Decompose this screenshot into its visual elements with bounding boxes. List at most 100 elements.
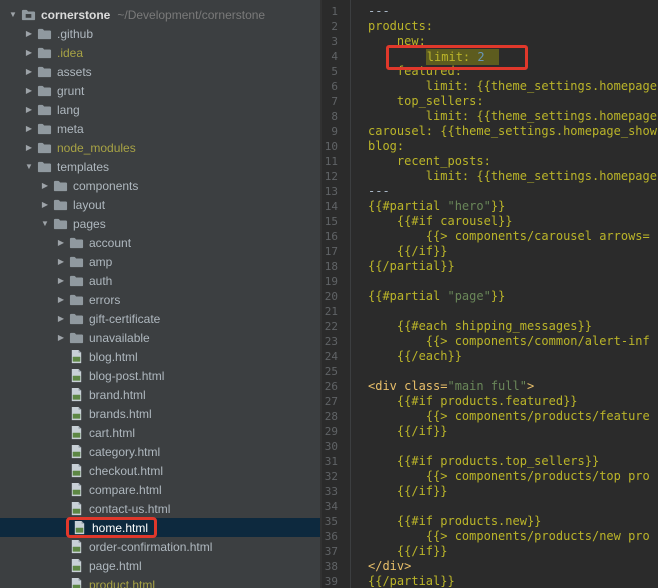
- code-line[interactable]: 29 {{/if}}: [322, 424, 658, 439]
- line-number[interactable]: 29: [322, 424, 344, 439]
- tree-item-grunt[interactable]: ▶ grunt: [0, 81, 320, 100]
- code-line[interactable]: 37 {{/if}}: [322, 544, 658, 559]
- tree-item-blog-html[interactable]: blog.html: [0, 347, 320, 366]
- line-number[interactable]: 25: [322, 364, 344, 379]
- code-line[interactable]: 38 </div>: [322, 559, 658, 574]
- code-line[interactable]: 16 {{> components/carousel arrows=: [322, 229, 658, 244]
- tree-item-errors[interactable]: ▶ errors: [0, 290, 320, 309]
- tree-item-order-confirmation-html[interactable]: order-confirmation.html: [0, 537, 320, 556]
- code-line[interactable]: 36 {{> components/products/new pro: [322, 529, 658, 544]
- code-line[interactable]: 7 top_sellers:: [322, 94, 658, 109]
- expand-arrow-icon[interactable]: ▶: [22, 43, 36, 62]
- line-number[interactable]: 24: [322, 349, 344, 364]
- code-line[interactable]: 20 {{#partial "page"}}: [322, 289, 658, 304]
- tree-item-cornerstone[interactable]: ▼ cornerstone ~/Development/cornerstone: [0, 5, 320, 24]
- tree-item-contact-us-html[interactable]: contact-us.html: [0, 499, 320, 518]
- tree-item-unavailable[interactable]: ▶ unavailable: [0, 328, 320, 347]
- line-number[interactable]: 11: [322, 154, 344, 169]
- tree-item-account[interactable]: ▶ account: [0, 233, 320, 252]
- code-line[interactable]: 10 blog:: [322, 139, 658, 154]
- line-number[interactable]: 15: [322, 214, 344, 229]
- code-line[interactable]: 11 recent_posts:: [322, 154, 658, 169]
- collapse-arrow-icon[interactable]: ▼: [38, 214, 52, 233]
- code-line[interactable]: 26 <div class="main full">: [322, 379, 658, 394]
- line-number[interactable]: 23: [322, 334, 344, 349]
- line-number[interactable]: 14: [322, 199, 344, 214]
- line-number[interactable]: 39: [322, 574, 344, 588]
- line-number[interactable]: 19: [322, 274, 344, 289]
- line-number[interactable]: 28: [322, 409, 344, 424]
- code-line[interactable]: 23 {{> components/common/alert-inf: [322, 334, 658, 349]
- tree-item-idea[interactable]: ▶ .idea: [0, 43, 320, 62]
- code-line[interactable]: 4 limit: 2: [322, 45, 658, 70]
- tree-item-cart-html[interactable]: cart.html: [0, 423, 320, 442]
- line-number[interactable]: 16: [322, 229, 344, 244]
- line-number[interactable]: 22: [322, 319, 344, 334]
- code-line[interactable]: 35 {{#if products.new}}: [322, 514, 658, 529]
- expand-arrow-icon[interactable]: ▶: [22, 62, 36, 81]
- line-number[interactable]: 8: [322, 109, 344, 124]
- tree-item-compare-html[interactable]: compare.html: [0, 480, 320, 499]
- tree-item-pages[interactable]: ▼ pages: [0, 214, 320, 233]
- tree-item-github[interactable]: ▶ .github: [0, 24, 320, 43]
- code-line[interactable]: 13 ---: [322, 184, 658, 199]
- code-line[interactable]: 34: [322, 499, 658, 514]
- code-line[interactable]: 25: [322, 364, 658, 379]
- line-number[interactable]: 26: [322, 379, 344, 394]
- line-number[interactable]: 7: [322, 94, 344, 109]
- code-line[interactable]: 9 carousel: {{theme_settings.homepage_sho…: [322, 124, 658, 139]
- code-line[interactable]: 2 products:: [322, 19, 658, 34]
- line-number[interactable]: 35: [322, 514, 344, 529]
- line-number[interactable]: 36: [322, 529, 344, 544]
- expand-arrow-icon[interactable]: ▶: [22, 119, 36, 138]
- code-line[interactable]: 22 {{#each shipping_messages}}: [322, 319, 658, 334]
- tree-item-product-html[interactable]: product.html: [0, 575, 320, 588]
- code-line[interactable]: 33 {{/if}}: [322, 484, 658, 499]
- expand-arrow-icon[interactable]: ▶: [54, 328, 68, 347]
- expand-arrow-icon[interactable]: ▶: [54, 309, 68, 328]
- line-number[interactable]: 33: [322, 484, 344, 499]
- line-number[interactable]: 2: [322, 19, 344, 34]
- line-number[interactable]: 1: [322, 4, 344, 19]
- tree-item-meta[interactable]: ▶ meta: [0, 119, 320, 138]
- tree-item-auth[interactable]: ▶ auth: [0, 271, 320, 290]
- line-number[interactable]: 6: [322, 79, 344, 94]
- tree-item-brands-html[interactable]: brands.html: [0, 404, 320, 423]
- tree-item-checkout-html[interactable]: checkout.html: [0, 461, 320, 480]
- line-number[interactable]: 30: [322, 439, 344, 454]
- code-line[interactable]: 32 {{> components/products/top pro: [322, 469, 658, 484]
- tree-item-home-html[interactable]: home.html: [0, 517, 320, 538]
- code-line[interactable]: 1 ---: [322, 4, 658, 19]
- line-number[interactable]: 27: [322, 394, 344, 409]
- code-line[interactable]: 31 {{#if products.top_sellers}}: [322, 454, 658, 469]
- code-line[interactable]: 8 limit: {{theme_settings.homepage: [322, 109, 658, 124]
- tree-item-page-html[interactable]: page.html: [0, 556, 320, 575]
- tree-item-blog-post-html[interactable]: blog-post.html: [0, 366, 320, 385]
- line-number[interactable]: 37: [322, 544, 344, 559]
- line-number[interactable]: 10: [322, 139, 344, 154]
- code-line[interactable]: 12 limit: {{theme_settings.homepage: [322, 169, 658, 184]
- expand-arrow-icon[interactable]: ▶: [22, 138, 36, 157]
- line-number[interactable]: 32: [322, 469, 344, 484]
- expand-arrow-icon[interactable]: ▶: [54, 233, 68, 252]
- tree-item-components[interactable]: ▶ components: [0, 176, 320, 195]
- code-line[interactable]: 14 {{#partial "hero"}}: [322, 199, 658, 214]
- tree-item-amp[interactable]: ▶ amp: [0, 252, 320, 271]
- expand-arrow-icon[interactable]: ▶: [38, 176, 52, 195]
- line-number[interactable]: 38: [322, 559, 344, 574]
- tree-item-assets[interactable]: ▶ assets: [0, 62, 320, 81]
- expand-arrow-icon[interactable]: ▶: [54, 252, 68, 271]
- code-line[interactable]: 27 {{#if products.featured}}: [322, 394, 658, 409]
- code-line[interactable]: 17 {{/if}}: [322, 244, 658, 259]
- code-line[interactable]: 15 {{#if carousel}}: [322, 214, 658, 229]
- tree-item-node-modules[interactable]: ▶ node_modules: [0, 138, 320, 157]
- line-number[interactable]: 21: [322, 304, 344, 319]
- tree-item-gift-certificate[interactable]: ▶ gift-certificate: [0, 309, 320, 328]
- code-line[interactable]: 30: [322, 439, 658, 454]
- line-number[interactable]: 5: [322, 64, 344, 79]
- line-number[interactable]: 12: [322, 169, 344, 184]
- code-line[interactable]: 24 {{/each}}: [322, 349, 658, 364]
- line-number[interactable]: 18: [322, 259, 344, 274]
- expand-arrow-icon[interactable]: ▶: [54, 290, 68, 309]
- expand-arrow-icon[interactable]: ▶: [22, 81, 36, 100]
